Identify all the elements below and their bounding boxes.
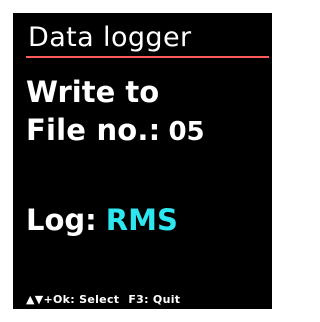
file-number-label: File no.: <box>26 113 161 147</box>
quit-hint: F3: Quit <box>128 293 181 306</box>
navigation-hint: ▲▼+Ok: Select <box>26 293 120 306</box>
log-mode-value: RMS <box>105 203 178 237</box>
write-to-label: Write to <box>26 75 160 109</box>
data-logger-screen: Data logger Write to File no.: 05 Log: RMS… <box>13 13 272 309</box>
log-mode-label: Log: <box>26 203 97 237</box>
file-number-row: File no.: 05 <box>26 112 205 150</box>
title-underline <box>26 56 269 58</box>
soft-key-hint-bar: ▲▼+Ok: Select F3: Quit <box>26 293 180 307</box>
log-mode-row: Log: RMS <box>26 202 178 238</box>
file-number-value: 05 <box>168 117 205 147</box>
screen-title: Data logger <box>28 22 192 53</box>
